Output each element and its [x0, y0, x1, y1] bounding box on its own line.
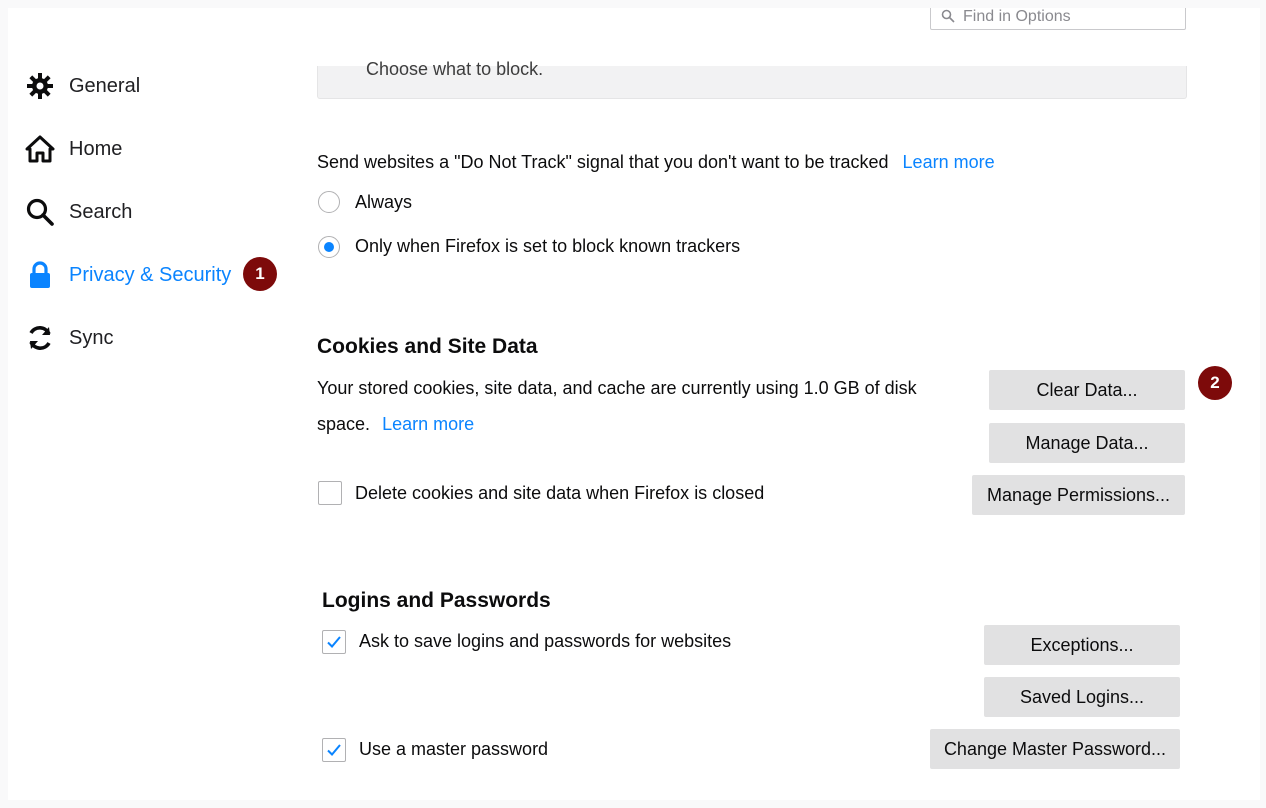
dnt-always-label[interactable]: Always [355, 192, 412, 213]
home-icon [24, 133, 56, 165]
ask-save-logins-checkbox[interactable] [322, 630, 346, 654]
search-icon [24, 196, 56, 228]
sidebar-item-search[interactable]: Search [24, 194, 284, 230]
annotation-badge-2: 2 [1198, 366, 1232, 400]
search-input[interactable]: Find in Options [930, 8, 1186, 30]
master-password-checkbox[interactable] [322, 738, 346, 762]
sidebar-item-label: Home [69, 137, 123, 160]
dnt-always-radio[interactable] [318, 191, 340, 213]
lock-icon [24, 259, 56, 291]
search-icon [941, 9, 955, 23]
checkmark-icon [327, 744, 341, 756]
sidebar-item-general[interactable]: General [24, 68, 284, 104]
manage-permissions-button[interactable]: Manage Permissions... [972, 475, 1185, 515]
cookies-usage-text: Your stored cookies, site data, and cach… [317, 378, 917, 398]
master-password-label[interactable]: Use a master password [359, 739, 548, 760]
cookies-learn-more-link[interactable]: Learn more [382, 414, 474, 434]
dnt-description: Send websites a "Do Not Track" signal th… [317, 152, 995, 173]
dnt-text: Send websites a "Do Not Track" signal th… [317, 152, 889, 172]
delete-cookies-on-close-checkbox[interactable] [318, 481, 342, 505]
dnt-only-when-label[interactable]: Only when Firefox is set to block known … [355, 236, 740, 257]
dnt-only-when-blocking-radio[interactable] [318, 236, 340, 258]
preferences-page: Find in Options Choose what to block. Ge… [8, 8, 1260, 800]
gear-icon [24, 70, 56, 102]
clear-data-button[interactable]: Clear Data... [989, 370, 1185, 410]
delete-cookies-label[interactable]: Delete cookies and site data when Firefo… [355, 483, 764, 504]
sidebar-item-sync[interactable]: Sync [24, 320, 284, 356]
cookies-heading: Cookies and Site Data [317, 335, 538, 358]
checkmark-icon [327, 636, 341, 648]
change-master-password-button[interactable]: Change Master Password... [930, 729, 1180, 769]
sidebar-item-label: Search [69, 200, 133, 223]
manage-data-button[interactable]: Manage Data... [989, 423, 1185, 463]
sidebar-item-home[interactable]: Home [24, 131, 284, 167]
cookies-usage-text-line2: space. Learn more [317, 414, 474, 435]
annotation-badge-1: 1 [243, 257, 277, 291]
cookies-usage-space: space. [317, 414, 371, 434]
tracking-block-box: Choose what to block. [317, 59, 1187, 99]
sidebar-item-label: General [69, 74, 141, 97]
logins-heading: Logins and Passwords [322, 589, 551, 612]
dnt-learn-more-link[interactable]: Learn more [903, 152, 995, 172]
exceptions-button[interactable]: Exceptions... [984, 625, 1180, 665]
sidebar-item-label: Sync [69, 326, 114, 349]
sidebar-item-label: Privacy & Security [69, 263, 232, 286]
ask-save-logins-label[interactable]: Ask to save logins and passwords for web… [359, 631, 731, 652]
sync-icon [24, 322, 56, 354]
search-placeholder: Find in Options [963, 8, 1071, 25]
saved-logins-button[interactable]: Saved Logins... [984, 677, 1180, 717]
choose-block-label: Choose what to block. [366, 59, 544, 79]
